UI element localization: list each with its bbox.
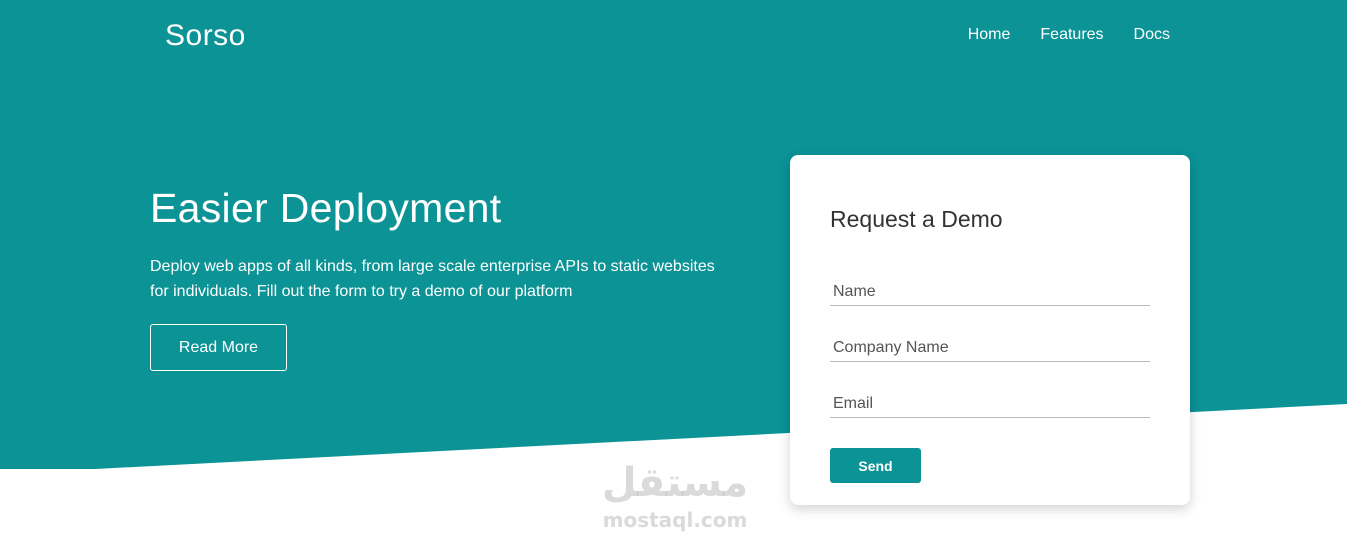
request-demo-title: Request a Demo <box>830 206 1003 232</box>
name-input[interactable] <box>830 279 1150 306</box>
read-more-button[interactable]: Read More <box>150 324 287 371</box>
nav-link-home[interactable]: Home <box>968 24 1011 46</box>
page: Sorso Home Features Docs Easier Deployme… <box>0 0 1347 543</box>
nav-link-docs[interactable]: Docs <box>1134 24 1170 46</box>
request-demo-card: Request a Demo Send <box>790 155 1190 505</box>
send-button[interactable]: Send <box>830 448 921 483</box>
hero-description: Deploy web apps of all kinds, from large… <box>150 258 715 300</box>
top-navbar: Sorso Home Features Docs <box>0 0 1347 72</box>
hero-section: Easier Deployment Deploy web apps of all… <box>150 180 750 371</box>
brand-logo[interactable]: Sorso <box>165 17 246 55</box>
email-input[interactable] <box>830 391 1150 418</box>
nav-links: Home Features Docs <box>968 24 1170 46</box>
company-name-input[interactable] <box>830 335 1150 362</box>
hero-title: Easier Deployment <box>150 185 502 231</box>
nav-link-features[interactable]: Features <box>1040 24 1103 46</box>
